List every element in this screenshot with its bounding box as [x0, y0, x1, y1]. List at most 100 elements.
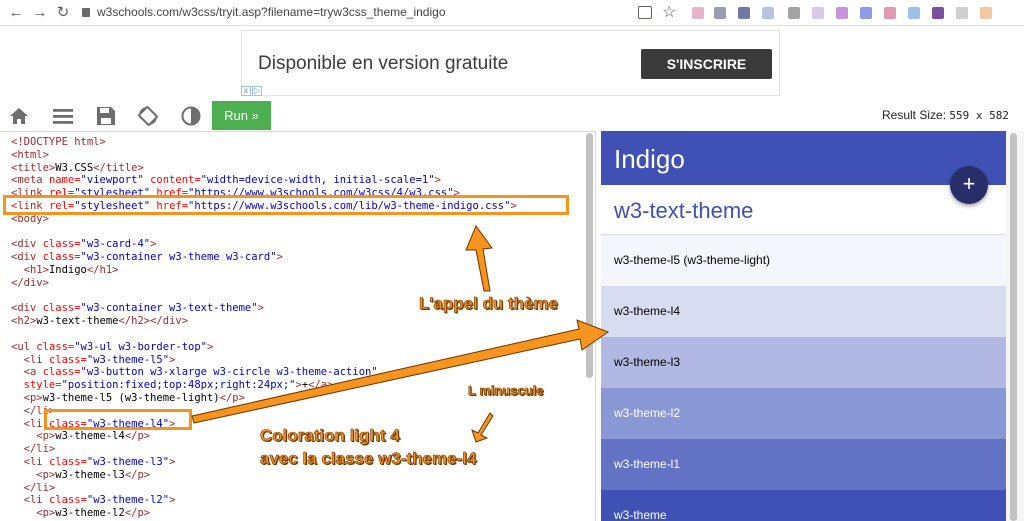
code-token: </p>	[219, 391, 245, 404]
code-token: </h1>	[86, 263, 119, 276]
annotation-l-minuscule: L minuscule	[468, 383, 544, 399]
code-token: class=	[48, 494, 87, 507]
code-token: class=	[48, 455, 87, 468]
code-token: >	[276, 251, 283, 264]
result-heading: Indigo	[614, 144, 685, 174]
code-token: Indigo	[48, 263, 87, 276]
code-token: "w3-ul w3-border-top"	[74, 340, 207, 353]
ad-choices-icon[interactable]: x ▷	[241, 86, 263, 96]
tryit-toolbar	[0, 100, 1024, 131]
rotate-icon[interactable]	[137, 105, 159, 127]
code-token: <!DOCTYPE html>	[11, 136, 106, 148]
code-token: "w3-theme-l3"	[86, 455, 170, 468]
code-token: >	[169, 353, 176, 366]
code-token: "position:fixed;top:48px;right:24px;"	[61, 379, 296, 392]
code-token: </title>	[93, 161, 144, 174]
code-token: "w3-card-4"	[80, 238, 151, 251]
code-token: <ul	[11, 340, 37, 353]
code-line: <ul class="w3-ul w3-border-top">	[11, 341, 517, 354]
code-token: </li>	[11, 481, 56, 494]
ad-banner[interactable]: Disponible en version gratuite S'INSCRIR…	[241, 30, 780, 96]
code-token: </li>	[11, 443, 56, 456]
theme-row: w3-theme-l2	[601, 388, 1006, 439]
code-line: </li>	[11, 482, 517, 495]
code-token: w3-theme-l3	[55, 468, 125, 481]
code-token: </div>	[11, 276, 49, 289]
code-token: class=	[42, 302, 81, 315]
code-token: </p>	[124, 468, 151, 481]
extension-icon[interactable]	[884, 7, 896, 19]
translate-icon[interactable]	[638, 6, 652, 19]
extension-icon[interactable]	[860, 7, 872, 19]
extension-icon[interactable]	[788, 7, 800, 19]
theme-row: w3-theme-l1	[601, 439, 1006, 490]
code-token: <a	[11, 366, 43, 379]
code-token: class=	[42, 251, 81, 264]
code-line: <li class="w3-theme-l5">	[11, 354, 517, 367]
extension-icon[interactable]	[762, 7, 774, 19]
forward-icon[interactable]: →	[30, 3, 50, 23]
extension-icon[interactable]	[812, 7, 824, 19]
code-token: "w3-button w3-xlarge w3-circle w3-theme-…	[80, 366, 378, 379]
annotation-theme-call: L'appel du thème	[419, 294, 559, 314]
code-line: </div>	[11, 277, 517, 290]
code-token: w3-theme-l2	[55, 507, 125, 520]
extension-icon[interactable]	[908, 7, 920, 19]
code-token: </a>	[308, 379, 334, 392]
theme-row: w3-theme-l3	[601, 337, 1006, 388]
annotation-coloration-1: Coloration light 4	[260, 426, 400, 446]
extension-icon[interactable]	[738, 7, 750, 19]
code-token: "viewport"	[80, 174, 151, 187]
lock-icon	[82, 8, 90, 17]
code-line: <!DOCTYPE html>	[11, 136, 517, 149]
address-bar[interactable]: w3schools.com/w3css/tryit.asp?filename=t…	[82, 5, 446, 21]
code-token: <h2>	[11, 315, 37, 328]
code-token: w3-theme-l4	[55, 430, 125, 443]
signup-button[interactable]: S'INSCRIRE	[641, 49, 772, 79]
extension-icon[interactable]	[714, 7, 726, 19]
run-button[interactable]: Run »	[212, 101, 271, 130]
result-scrollbar[interactable]	[1010, 133, 1017, 521]
code-token: class=	[42, 238, 81, 251]
save-icon[interactable]	[95, 105, 117, 127]
code-line: <h2>w3-text-theme</h2></div>	[11, 315, 517, 328]
theme-row: w3-theme	[601, 490, 1006, 521]
theme-row: w3-theme-l4	[601, 286, 1006, 337]
result-text-theme: w3-text-theme	[601, 185, 1006, 235]
code-line: <p>w3-theme-l2</p>	[11, 507, 517, 520]
code-token: >	[169, 455, 176, 468]
code-token: content=	[150, 174, 201, 187]
contrast-icon[interactable]	[180, 105, 202, 127]
code-line: <div class="w3-card-4">	[11, 238, 517, 251]
code-token: class=	[36, 340, 75, 353]
menu-icon[interactable]	[52, 105, 74, 127]
code-token: style=	[11, 379, 62, 392]
code-token: W3.CSS	[55, 161, 94, 174]
star-icon[interactable]: ☆	[662, 2, 676, 22]
code-token: <p>	[11, 391, 43, 404]
theme-row: w3-theme-l5 (w3-theme-light)	[601, 235, 1006, 286]
back-icon[interactable]: ←	[6, 3, 26, 23]
code-line: <html>	[11, 149, 517, 162]
code-token: </h2></div>	[118, 315, 189, 328]
code-token: >	[257, 302, 264, 315]
reload-icon[interactable]: ↻	[53, 3, 73, 23]
extension-icon[interactable]	[692, 7, 704, 19]
code-token: >	[169, 494, 176, 507]
extension-icon[interactable]	[956, 7, 968, 19]
extension-icon[interactable]	[980, 7, 992, 19]
code-token: <p>	[11, 507, 56, 520]
code-token: <div	[11, 238, 43, 251]
code-token: <li	[11, 455, 49, 468]
extension-icon[interactable]	[836, 7, 848, 19]
url-text: w3schools.com/w3css/tryit.asp?filename=t…	[97, 5, 446, 19]
code-token: "w3-container w3-theme w3-card"	[80, 251, 277, 264]
annotation-coloration-2: avec la classe w3-theme-l4	[260, 449, 477, 469]
extension-icon[interactable]	[932, 7, 944, 19]
home-icon[interactable]	[8, 105, 30, 127]
plus-icon[interactable]: +	[950, 166, 988, 204]
result-size-value: 559 x 582	[949, 109, 1009, 122]
code-token: >	[434, 174, 441, 187]
code-scrollbar[interactable]	[586, 133, 593, 378]
code-token: class=	[42, 366, 81, 379]
